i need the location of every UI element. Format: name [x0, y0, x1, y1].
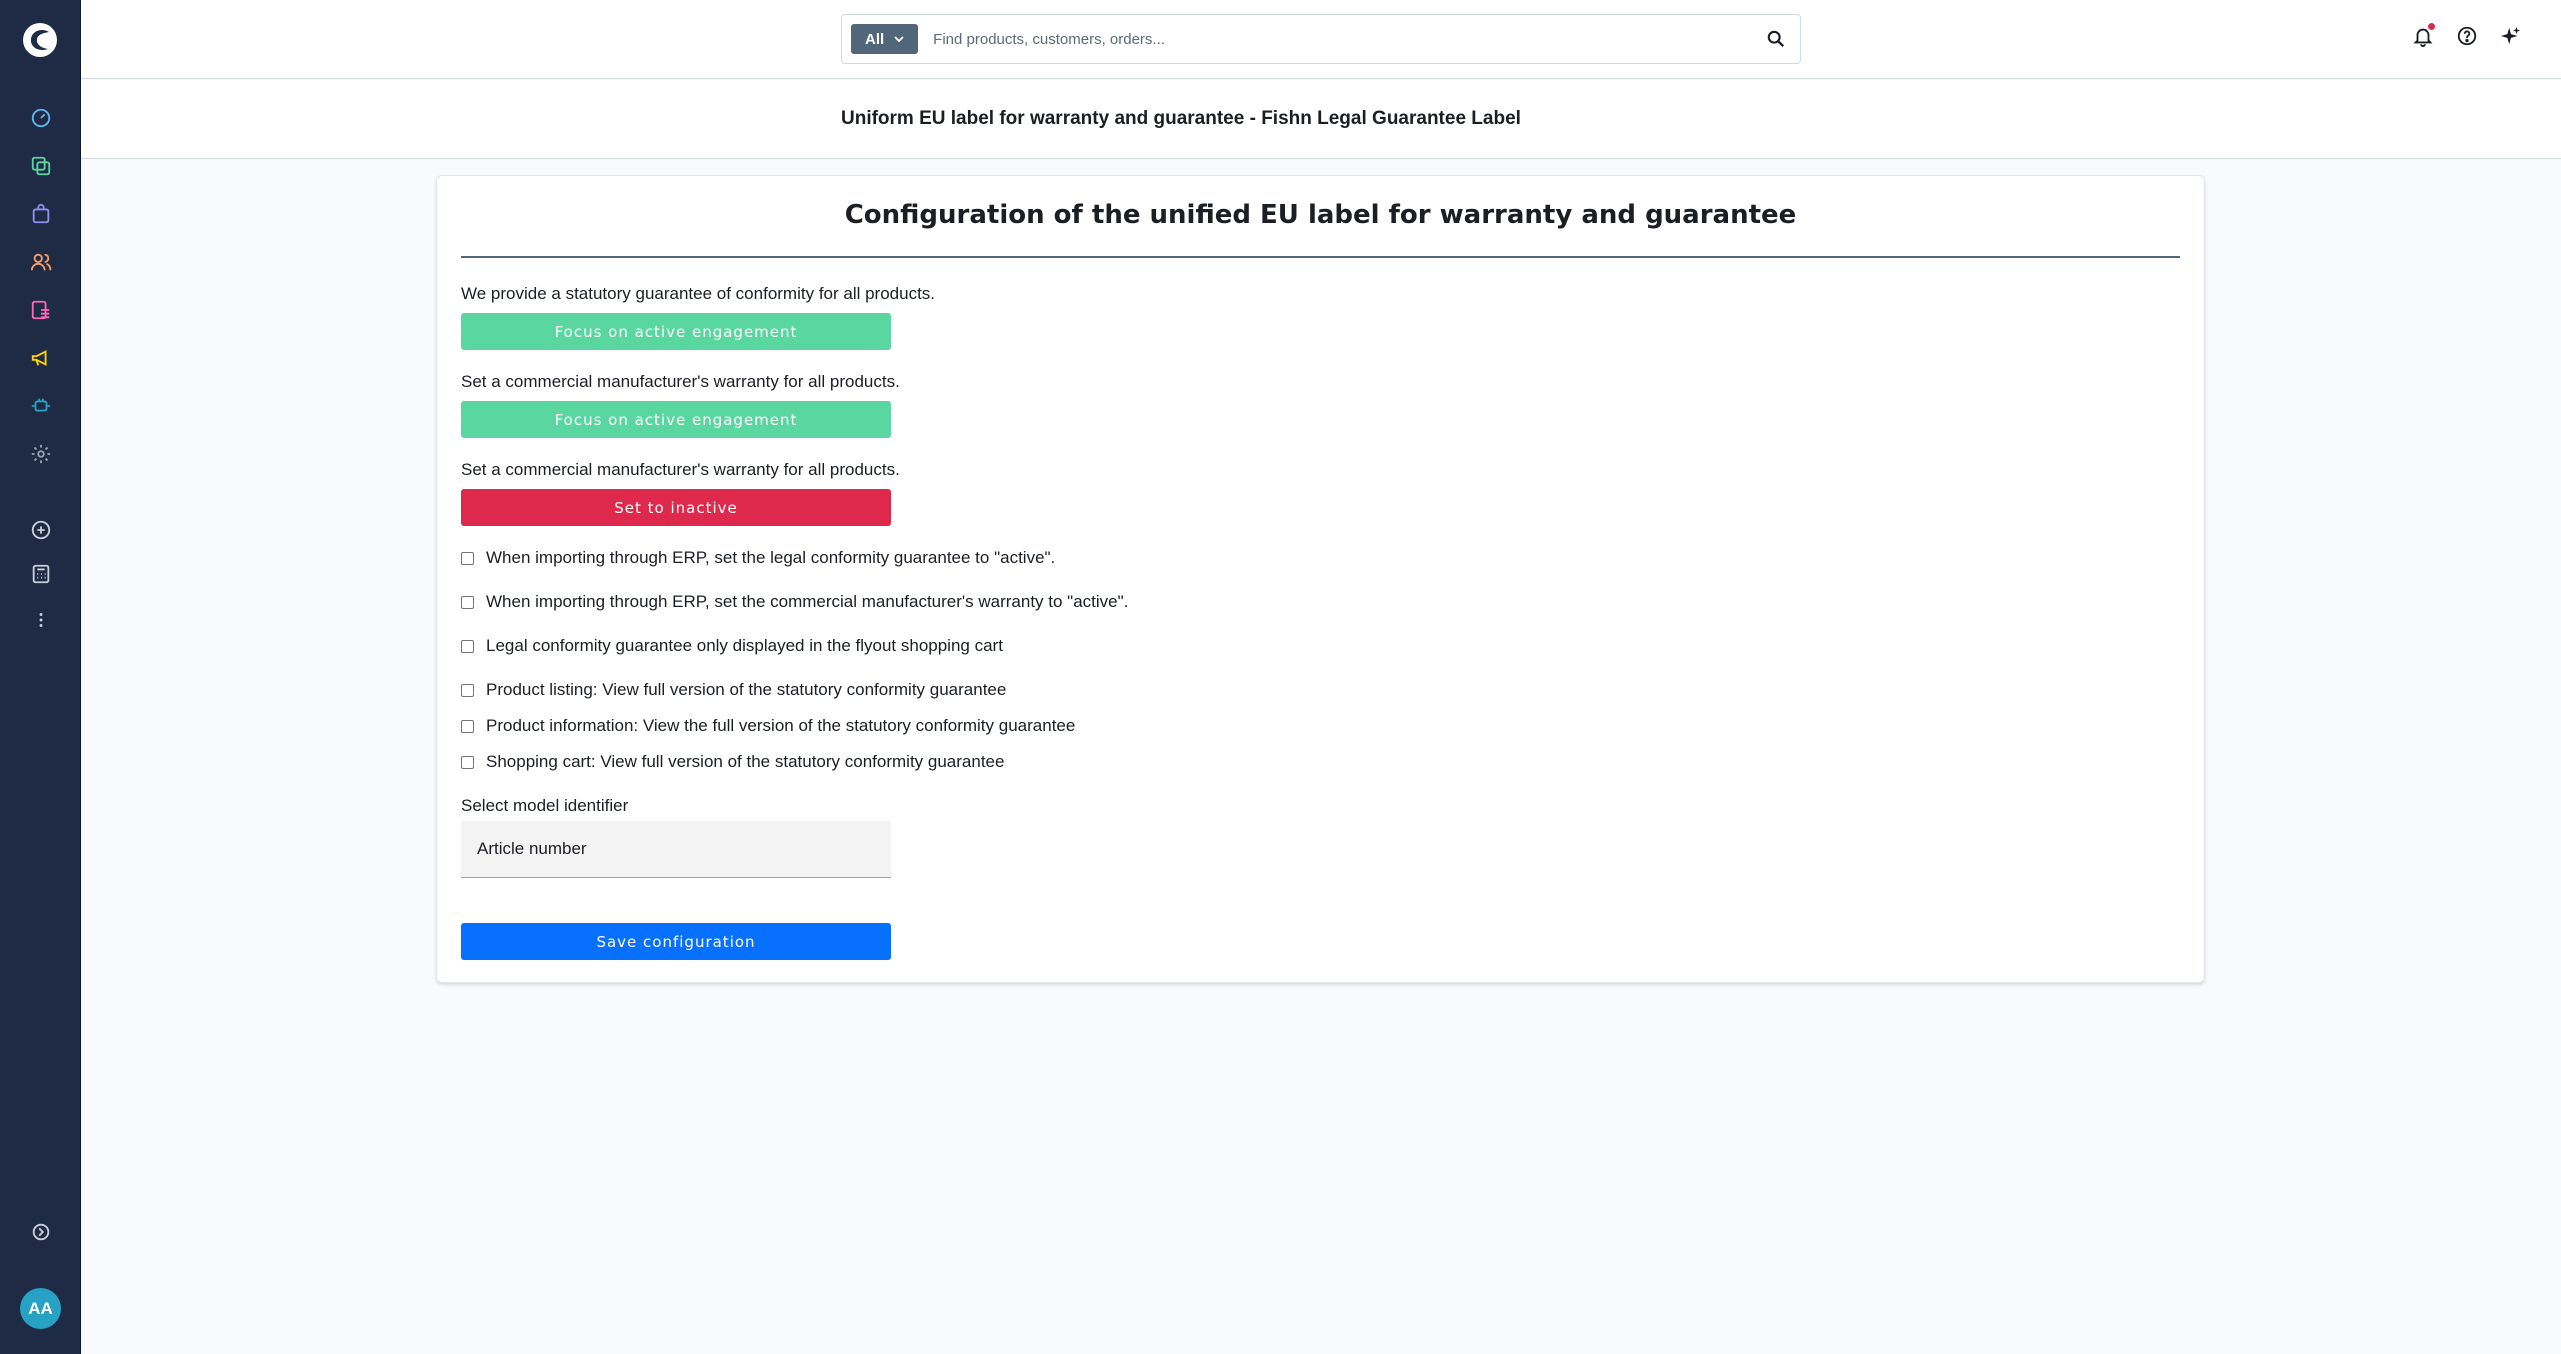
card-title: Configuration of the unified EU label fo…	[844, 200, 1797, 230]
users-icon	[30, 253, 51, 271]
top-actions	[2411, 22, 2523, 48]
plug-icon	[31, 398, 50, 412]
sidebar-item-extensions[interactable]	[0, 384, 81, 428]
sidebar-item-settings[interactable]	[0, 432, 81, 476]
sidebar-item-dashboard[interactable]	[0, 96, 81, 140]
sparkles-icon	[2500, 26, 2521, 45]
checkbox-label: Legal conformity guarantee only displaye…	[486, 636, 1003, 655]
checkbox-label: Shopping cart: View full version of the …	[486, 752, 1005, 771]
gauge-icon	[31, 108, 50, 128]
gear-icon	[31, 444, 50, 464]
checkbox-label: Product listing: View full version of th…	[486, 680, 1007, 699]
search-input[interactable]	[933, 16, 1752, 62]
copy-icon	[31, 156, 50, 176]
sidebar: AA	[0, 0, 81, 1354]
checkbox-row-shopping-cart[interactable]: Shopping cart: View full version of the …	[461, 752, 1004, 772]
shopware-logo-icon[interactable]	[20, 20, 60, 60]
content-icon	[31, 300, 49, 320]
sidebar-item-content[interactable]	[0, 288, 81, 332]
statutory-guarantee-toggle-button[interactable]: Focus on active engagement	[461, 313, 891, 350]
topbar: All	[81, 0, 2561, 79]
checkbox-row-flyout-cart[interactable]: Legal conformity guarantee only displaye…	[461, 636, 1003, 656]
sidebar-item-marketing[interactable]	[0, 336, 81, 380]
model-identifier-value: Article number	[477, 839, 587, 858]
search-type-label: All	[865, 30, 885, 48]
product-listing-checkbox[interactable]	[461, 683, 474, 697]
help-icon	[2457, 26, 2477, 46]
checkbox-row-erp-legal[interactable]: When importing through ERP, set the lega…	[461, 548, 1055, 568]
page-title: Uniform EU label for warranty and guaran…	[841, 108, 1521, 129]
calculator-icon	[32, 564, 49, 584]
global-search: All	[841, 14, 1801, 64]
search-type-select[interactable]: All	[851, 24, 919, 54]
avatar[interactable]: AA	[20, 1288, 61, 1329]
sidebar-collapse-button[interactable]	[0, 1210, 81, 1254]
sidebar-item-add[interactable]	[0, 508, 81, 552]
sidebar-item-calculator[interactable]	[0, 552, 81, 596]
sidebar-item-orders[interactable]	[0, 192, 81, 236]
sidebar-item-more[interactable]	[0, 598, 81, 642]
product-information-checkbox[interactable]	[461, 719, 474, 733]
help-button[interactable]	[2455, 24, 2479, 48]
search-button[interactable]	[1752, 16, 1800, 62]
more-vertical-icon	[39, 613, 42, 627]
commercial-warranty-toggle-button[interactable]: Set to inactive	[461, 489, 891, 526]
sidebar-item-catalogues[interactable]	[0, 144, 81, 188]
ai-assistant-button[interactable]	[2499, 24, 2523, 48]
checkbox-row-erp-warranty[interactable]: When importing through ERP, set the comm…	[461, 592, 1128, 612]
save-configuration-button[interactable]: Save configuration	[461, 923, 891, 960]
notification-badge	[2427, 22, 2436, 31]
card-divider	[461, 256, 2180, 258]
model-identifier-label: Select model identifier	[461, 796, 629, 815]
checkbox-row-product-information[interactable]: Product information: View the full versi…	[461, 716, 1075, 736]
megaphone-icon	[31, 350, 46, 366]
search-icon	[1767, 30, 1785, 48]
erp-legal-checkbox[interactable]	[461, 551, 474, 565]
checkbox-label: When importing through ERP, set the lega…	[486, 548, 1056, 567]
manufacturer-warranty-label: Set a commercial manufacturer's warranty…	[461, 372, 900, 391]
notifications-button[interactable]	[2411, 22, 2436, 48]
chevron-down-icon	[894, 36, 904, 43]
flyout-cart-checkbox[interactable]	[461, 639, 474, 653]
commercial-warranty-label: Set a commercial manufacturer's warranty…	[461, 460, 900, 479]
plus-circle-icon	[31, 520, 50, 540]
checkbox-label: When importing through ERP, set the comm…	[486, 592, 1129, 611]
checkbox-label: Product information: View the full versi…	[486, 716, 1076, 735]
checkbox-row-product-listing[interactable]: Product listing: View full version of th…	[461, 680, 1006, 700]
erp-warranty-checkbox[interactable]	[461, 595, 474, 609]
config-card: Configuration of the unified EU label fo…	[436, 175, 2205, 983]
page-header: Uniform EU label for warranty and guaran…	[81, 80, 2561, 159]
shopping-cart-checkbox[interactable]	[461, 755, 474, 769]
model-identifier-select[interactable]: Article number	[461, 821, 891, 878]
shopping-bag-icon	[32, 203, 49, 224]
statutory-guarantee-label: We provide a statutory guarantee of conf…	[461, 284, 936, 303]
manufacturer-warranty-toggle-button[interactable]: Focus on active engagement	[461, 401, 891, 438]
chevron-circle-icon	[32, 1223, 49, 1241]
sidebar-item-customers[interactable]	[0, 240, 81, 284]
